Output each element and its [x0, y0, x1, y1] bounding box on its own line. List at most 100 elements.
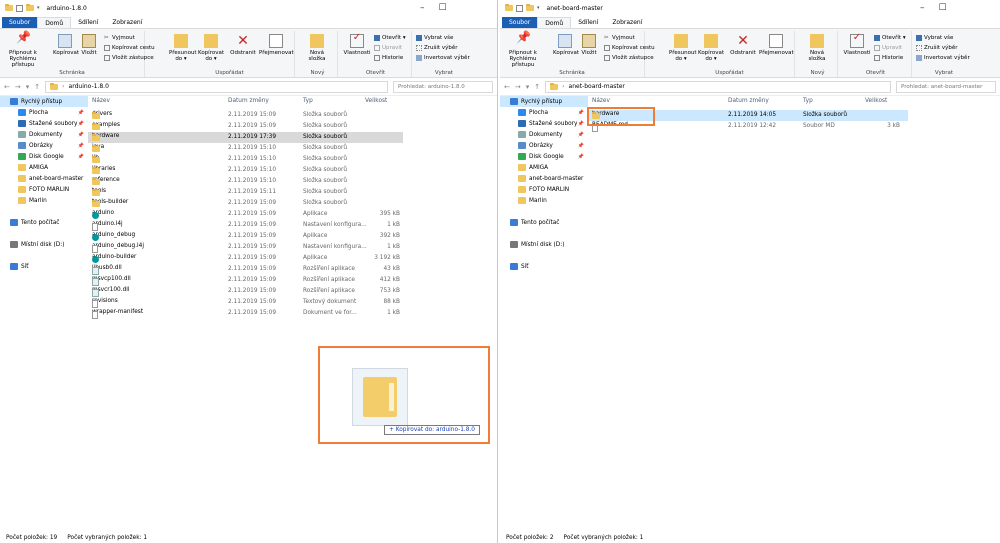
- path-field[interactable]: › arduino-1.8.0: [45, 80, 388, 93]
- nav-item[interactable]: Rychlý přístup: [500, 96, 588, 107]
- back-arrow-icon[interactable]: ←: [504, 83, 510, 91]
- move-to-button[interactable]: Přesunout do ▾: [669, 34, 697, 62]
- invert-selection-button[interactable]: Invertovat výběr: [916, 55, 970, 61]
- move-to-button[interactable]: Přesunout do ▾: [169, 34, 197, 62]
- file-row[interactable]: drivers 2.11.2019 15:09 Složka souborů: [88, 110, 403, 121]
- tab-share[interactable]: Sdílení: [571, 17, 605, 28]
- new-folder-quick-icon[interactable]: [526, 4, 534, 11]
- nav-item[interactable]: Marlin: [0, 195, 88, 206]
- file-row[interactable]: revisions 2.11.2019 15:09 Textový dokument…: [88, 297, 403, 308]
- recent-chevron-icon[interactable]: ▾: [526, 83, 530, 91]
- nav-item[interactable]: Místní disk (D:): [0, 239, 88, 250]
- file-row[interactable]: java 2.11.2019 15:10 Složka souborů: [88, 143, 403, 154]
- maximize-button[interactable]: ☐: [939, 3, 947, 13]
- quick-access-chevron-icon[interactable]: ▾: [537, 5, 540, 11]
- open-button[interactable]: Otevřít ▾: [374, 35, 406, 41]
- history-button[interactable]: Historie: [874, 55, 903, 61]
- nav-item[interactable]: Marlin: [500, 195, 588, 206]
- quick-access-chevron-icon[interactable]: ▾: [37, 5, 40, 11]
- tab-file[interactable]: Soubor: [502, 17, 538, 28]
- nav-item[interactable]: anet-board-master: [500, 173, 588, 184]
- new-folder-quick-icon[interactable]: [26, 4, 34, 11]
- new-folder-button[interactable]: Nová složka: [302, 34, 332, 62]
- select-none-button[interactable]: Zrušit výběr: [916, 45, 957, 51]
- recent-chevron-icon[interactable]: ▾: [26, 83, 30, 91]
- copy-path-button[interactable]: Kopírovat cestu: [104, 45, 155, 51]
- edit-button[interactable]: Upravit: [874, 45, 902, 51]
- copy-to-button[interactable]: Kopírovat do ▾: [697, 34, 725, 62]
- nav-item[interactable]: Místní disk (D:): [500, 239, 588, 250]
- nav-item[interactable]: Síť: [500, 261, 588, 272]
- copy-to-button[interactable]: Kopírovat do ▾: [197, 34, 225, 62]
- minimize-button[interactable]: –: [420, 3, 425, 13]
- rename-button[interactable]: Přejmenovat: [759, 34, 794, 56]
- column-date[interactable]: Datum změny: [728, 98, 769, 104]
- nav-item[interactable]: Tento počítač: [500, 217, 588, 228]
- file-row[interactable]: arduino_debug 2.11.2019 15:09 Aplikace 392 …: [88, 231, 403, 242]
- column-type[interactable]: Typ: [803, 98, 813, 104]
- minimize-button[interactable]: –: [920, 3, 925, 13]
- back-arrow-icon[interactable]: ←: [4, 83, 10, 91]
- column-name[interactable]: Název: [592, 98, 610, 104]
- file-row[interactable]: tools 2.11.2019 15:11 Složka souborů: [88, 187, 403, 198]
- nav-item[interactable]: Plocha 📌: [0, 107, 88, 118]
- nav-item[interactable]: Síť: [0, 261, 88, 272]
- properties-button[interactable]: ✓ Vlastnosti: [842, 33, 872, 57]
- nav-item[interactable]: Obrázky 📌: [0, 140, 88, 151]
- column-name[interactable]: Název: [92, 98, 110, 104]
- tab-view[interactable]: Zobrazení: [105, 17, 149, 28]
- breadcrumb[interactable]: anet-board-master: [569, 83, 625, 90]
- new-folder-button[interactable]: Nová složka: [802, 34, 832, 62]
- select-all-button[interactable]: Vybrat vše: [916, 35, 953, 41]
- tab-home[interactable]: Domů: [37, 17, 72, 28]
- pin-quick-access-button[interactable]: 📌 Připnout k Rychlému přístupu: [504, 31, 542, 68]
- paste-button[interactable]: Vložit: [80, 34, 98, 56]
- nav-item[interactable]: Dokumenty 📌: [0, 129, 88, 140]
- history-button[interactable]: Historie: [374, 55, 403, 61]
- nav-item[interactable]: anet-board-master: [0, 173, 88, 184]
- properties-quick-icon[interactable]: [516, 4, 523, 12]
- rename-button[interactable]: Přejmenovat: [259, 34, 294, 56]
- up-arrow-icon[interactable]: ↑: [534, 83, 540, 91]
- file-row[interactable]: msvcp100.dll 2.11.2019 15:09 Rozšíření apl…: [88, 275, 403, 286]
- search-input[interactable]: Prohledat: anet-board-master: [896, 80, 996, 93]
- file-row[interactable]: hardware 2.11.2019 17:39 Složka souborů: [88, 132, 403, 143]
- file-row[interactable]: arduino 2.11.2019 15:09 Aplikace 395 kB: [88, 209, 403, 220]
- paste-shortcut-button[interactable]: Vložit zástupce: [604, 55, 654, 61]
- nav-item[interactable]: AMIGA: [500, 162, 588, 173]
- open-button[interactable]: Otevřít ▾: [874, 35, 906, 41]
- invert-selection-button[interactable]: Invertovat výběr: [416, 55, 470, 61]
- up-arrow-icon[interactable]: ↑: [34, 83, 40, 91]
- nav-item[interactable]: Tento počítač: [0, 217, 88, 228]
- breadcrumb[interactable]: arduino-1.8.0: [69, 83, 109, 90]
- nav-item[interactable]: Stažené soubory 📌: [500, 118, 588, 129]
- tab-home[interactable]: Domů: [537, 17, 572, 28]
- edit-button[interactable]: Upravit: [374, 45, 402, 51]
- cut-button[interactable]: ✂ Vyjmout: [104, 35, 135, 41]
- properties-button[interactable]: ✓ Vlastnosti: [342, 33, 372, 57]
- paste-button[interactable]: Vložit: [580, 34, 598, 56]
- search-input[interactable]: Prohledat: arduino-1.8.0: [393, 80, 493, 93]
- paste-shortcut-button[interactable]: Vložit zástupce: [104, 55, 154, 61]
- column-date[interactable]: Datum změny: [228, 98, 269, 104]
- nav-item[interactable]: FOTO MARLIN: [0, 184, 88, 195]
- file-row[interactable]: libusb0.dll 2.11.2019 15:09 Rozšíření apli…: [88, 264, 403, 275]
- nav-item[interactable]: Disk Google 📌: [0, 151, 88, 162]
- file-row[interactable]: reference 2.11.2019 15:10 Složka souborů: [88, 176, 403, 187]
- file-row[interactable]: arduino_debug.l4j 2.11.2019 15:09 Nastaven…: [88, 242, 403, 253]
- path-field[interactable]: › anet-board-master: [545, 80, 891, 93]
- nav-item[interactable]: Disk Google 📌: [500, 151, 588, 162]
- copy-button[interactable]: Kopírovat: [553, 34, 579, 56]
- tab-file[interactable]: Soubor: [2, 17, 38, 28]
- maximize-button[interactable]: ☐: [439, 3, 447, 13]
- properties-quick-icon[interactable]: [16, 4, 23, 12]
- copy-button[interactable]: Kopírovat: [53, 34, 79, 56]
- nav-item[interactable]: Dokumenty 📌: [500, 129, 588, 140]
- column-type[interactable]: Typ: [303, 98, 313, 104]
- delete-button[interactable]: ✕ Odstranit: [229, 34, 257, 56]
- file-row[interactable]: examples 2.11.2019 15:09 Složka souborů: [88, 121, 403, 132]
- forward-arrow-icon[interactable]: →: [515, 83, 521, 91]
- file-row[interactable]: libraries 2.11.2019 15:10 Složka souborů: [88, 165, 403, 176]
- select-all-button[interactable]: Vybrat vše: [416, 35, 453, 41]
- forward-arrow-icon[interactable]: →: [15, 83, 21, 91]
